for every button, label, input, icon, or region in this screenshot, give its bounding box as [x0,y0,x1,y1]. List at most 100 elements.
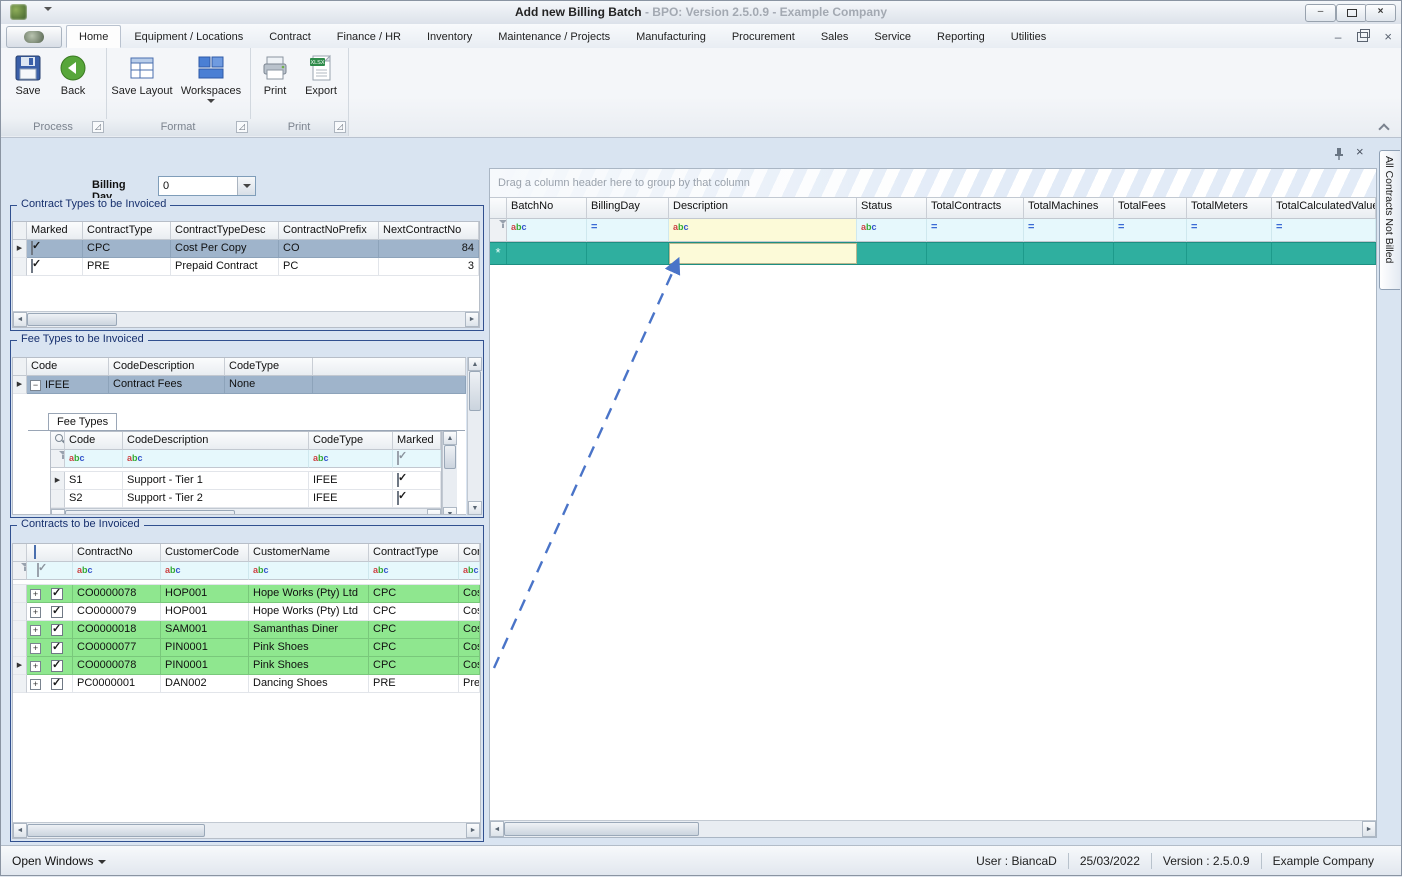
scroll-right-icon[interactable] [1362,821,1376,837]
table-row[interactable]: PRE Prepaid Contract PC 3 [13,258,479,276]
scroll-thumb[interactable] [504,822,699,836]
column-header-contractno[interactable]: ContractNo [73,544,161,562]
export-button[interactable]: XLSX Export [298,53,344,97]
filter-cell-totalfees[interactable]: = [1114,219,1187,242]
marked-cell[interactable] [393,472,441,490]
nextcontractno-cell[interactable]: 84 [379,240,479,258]
checkbox-checked-icon[interactable] [51,606,63,618]
tab-reporting[interactable]: Reporting [924,25,998,48]
column-header-contracttypedesc[interactable]: ContractTypeDesc [171,222,279,240]
column-header-code[interactable]: Code [65,432,123,450]
totalmachines-cell[interactable] [1024,243,1114,264]
table-row[interactable]: CO0000078 PIN0001 Pink Shoes CPC Cost [13,657,480,675]
column-header-customername[interactable]: CustomerName [249,544,369,562]
codetype-cell[interactable]: IFEE [309,472,393,490]
contracttype-cell[interactable]: CPC [369,657,459,675]
expand-row-icon[interactable] [30,679,41,690]
save-button[interactable]: Save [7,53,49,97]
nextcontractno-cell[interactable]: 3 [379,258,479,276]
vertical-scrollbar[interactable] [442,431,457,515]
row-select-cell[interactable] [27,621,73,639]
customername-cell[interactable]: Samanthas Diner [249,621,369,639]
mdi-restore-icon[interactable] [1357,32,1368,42]
scroll-right-icon[interactable] [466,823,480,838]
tab-service[interactable]: Service [861,25,924,48]
tab-utilities[interactable]: Utilities [998,25,1059,48]
checkbox-checked-icon[interactable] [51,678,63,690]
contracttype-cell[interactable]: PRE [83,258,171,276]
customername-cell[interactable]: Hope Works (Pty) Ltd [249,585,369,603]
filter-cell-contracttype[interactable]: abc [369,562,459,580]
contractno-cell[interactable]: CO0000079 [73,603,161,621]
row-select-cell[interactable] [27,657,73,675]
column-header-totalmeters[interactable]: TotalMeters [1187,198,1272,219]
fee-types-detail-tab[interactable]: Fee Types [48,413,117,431]
scroll-left-icon[interactable] [13,823,27,838]
expand-row-icon[interactable] [30,643,41,654]
scroll-thumb[interactable] [444,445,456,469]
scroll-thumb[interactable] [65,510,235,515]
column-header-totalmachines[interactable]: TotalMachines [1024,198,1114,219]
row-select-cell[interactable] [27,675,73,693]
select-all-checkbox[interactable] [34,545,36,559]
table-row[interactable]: CO0000078 HOP001 Hope Works (Pty) Ltd CP… [13,585,480,603]
column-header-totalcalculatedvalue[interactable]: TotalCalculatedValue [1272,198,1376,219]
scroll-right-icon[interactable] [465,312,479,327]
filter-cell-con[interactable]: abc [459,562,480,580]
scroll-right-icon[interactable] [427,509,441,515]
expand-row-icon[interactable] [30,589,41,600]
save-layout-button[interactable]: Save Layout [110,53,174,97]
totalmeters-cell[interactable] [1187,243,1272,264]
code-cell[interactable]: S1 [65,472,123,490]
print-button[interactable]: Print [254,53,296,97]
close-button[interactable] [1365,4,1396,22]
codetype-cell[interactable]: IFEE [309,490,393,508]
totalcontracts-cell[interactable] [927,243,1024,264]
totalfees-cell[interactable] [1114,243,1187,264]
scroll-left-icon[interactable] [51,509,65,515]
con-cell[interactable]: Prep [459,675,480,693]
tab-finance-hr[interactable]: Finance / HR [324,25,414,48]
contracttype-cell[interactable]: CPC [369,621,459,639]
contractno-cell[interactable]: CO0000077 [73,639,161,657]
row-select-cell[interactable] [27,639,73,657]
panel-close-icon[interactable]: × [1356,144,1364,159]
application-menu-button[interactable] [6,26,62,48]
filter-cell-codedescription[interactable]: abc [123,450,309,468]
scroll-track[interactable] [27,823,466,838]
contractnoprefix-cell[interactable]: PC [279,258,379,276]
ribbon-collapse-chevron-icon[interactable] [1379,122,1388,131]
row-select-cell[interactable] [27,585,73,603]
contracttype-cell[interactable]: CPC [369,585,459,603]
column-header-nextcontractno[interactable]: NextContractNo [379,222,479,240]
contracttype-cell[interactable]: CPC [369,639,459,657]
filter-cell-select[interactable] [27,562,73,580]
checkbox-gray-checked-icon[interactable] [37,563,39,577]
customername-cell[interactable]: Pink Shoes [249,639,369,657]
column-header-customercode[interactable]: CustomerCode [161,544,249,562]
contracttypedesc-cell[interactable]: Cost Per Copy [171,240,279,258]
checkbox-checked-icon[interactable] [31,241,33,255]
pin-icon[interactable] [1334,147,1344,161]
contractno-cell[interactable]: CO0000078 [73,585,161,603]
mdi-close-icon[interactable] [1384,29,1392,44]
search-header-cell[interactable] [51,432,65,450]
scroll-left-icon[interactable] [490,821,504,837]
column-header-totalfees[interactable]: TotalFees [1114,198,1187,219]
tab-procurement[interactable]: Procurement [719,25,808,48]
checkbox-gray-checked-icon[interactable] [397,451,399,465]
scroll-track[interactable] [27,312,465,327]
scroll-up-icon[interactable] [468,357,482,371]
customercode-cell[interactable]: PIN0001 [161,657,249,675]
column-header-codetype[interactable]: CodeType [225,358,313,376]
contractno-cell[interactable]: CO0000018 [73,621,161,639]
billing-day-select[interactable]: 0 [158,176,256,196]
column-header-contracttype[interactable]: ContractType [83,222,171,240]
contracttype-cell[interactable]: CPC [83,240,171,258]
checkbox-checked-icon[interactable] [31,259,33,273]
filter-cell-codetype[interactable]: abc [309,450,393,468]
tab-maintenance-projects[interactable]: Maintenance / Projects [485,25,623,48]
scroll-track[interactable] [468,371,482,501]
codetype-cell[interactable]: None [225,376,313,394]
scroll-up-icon[interactable] [443,431,457,445]
